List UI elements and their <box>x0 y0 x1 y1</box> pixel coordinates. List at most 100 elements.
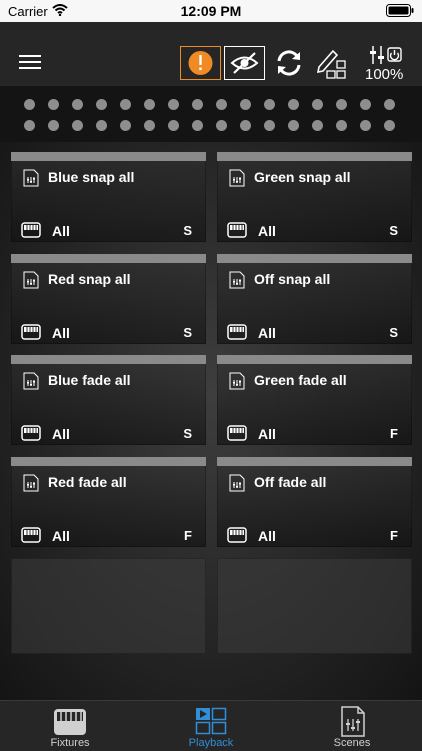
channel-dot <box>96 99 107 110</box>
battery-icon <box>386 4 414 20</box>
card-title: Green snap all <box>254 169 351 185</box>
playback-card[interactable]: Green snap all All S <box>217 152 412 242</box>
channel-dot <box>240 99 251 110</box>
tab-playback-label: Playback <box>188 737 234 749</box>
scene-file-icon <box>229 474 245 497</box>
playback-card[interactable]: Green fade all All F <box>217 355 412 445</box>
fixtures-icon <box>54 709 86 735</box>
channel-dot <box>264 99 275 110</box>
playback-grid: Blue snap all All S Green snap all All S Red s… <box>0 142 422 700</box>
card-title: Green fade all <box>254 372 347 388</box>
channel-dot <box>336 99 347 110</box>
tab-fixtures-label: Fixtures <box>50 737 90 749</box>
card-mode: S <box>183 324 192 340</box>
fixture-group-icon <box>21 323 41 345</box>
card-header-bar <box>11 456 206 466</box>
empty-playback-slot[interactable] <box>11 558 206 654</box>
card-header-bar <box>217 355 412 364</box>
fixture-group-icon <box>227 222 247 243</box>
channel-dot <box>240 120 251 131</box>
card-group: All <box>52 426 70 442</box>
card-title: Red fade all <box>48 473 127 490</box>
tab-fixtures[interactable]: Fixtures <box>0 701 140 751</box>
channel-dot <box>192 99 203 110</box>
fixture-group-icon <box>21 425 41 446</box>
fixture-group-icon <box>21 526 41 548</box>
scene-file-icon <box>229 271 245 294</box>
channel-dot <box>360 99 371 110</box>
card-group: All <box>52 324 70 341</box>
channel-dot <box>216 99 227 110</box>
sync-icon[interactable] <box>274 48 304 83</box>
edit-layout-icon[interactable] <box>316 47 351 86</box>
scene-file-icon <box>23 169 39 192</box>
card-header-bar <box>217 152 412 161</box>
fixture-group-icon <box>227 526 247 548</box>
card-mode: F <box>390 527 398 543</box>
playback-card[interactable]: Blue fade all All S <box>11 355 206 445</box>
card-header-bar <box>11 355 206 364</box>
card-mode: S <box>183 223 192 238</box>
card-group: All <box>258 324 276 341</box>
card-header-bar <box>11 152 206 161</box>
playback-card[interactable]: Red fade all All F <box>11 456 206 548</box>
channel-dot <box>144 99 155 110</box>
card-title: Off fade all <box>254 473 327 490</box>
channel-dot <box>96 120 107 131</box>
scene-file-icon <box>23 474 39 497</box>
card-title: Blue snap all <box>48 169 135 185</box>
card-mode: F <box>390 426 398 441</box>
channel-dot <box>336 120 347 131</box>
card-mode: F <box>184 527 192 543</box>
playback-card[interactable]: Blue snap all All S <box>11 152 206 242</box>
fixture-group-icon <box>21 222 41 243</box>
warning-icon[interactable] <box>180 46 221 85</box>
card-header-bar <box>217 456 412 466</box>
tab-playback[interactable]: Playback <box>141 701 281 751</box>
card-title: Off snap all <box>254 270 331 287</box>
playback-card[interactable]: Off fade all All F <box>217 456 412 548</box>
card-mode: S <box>183 426 192 441</box>
playback-card[interactable]: Red snap all All S <box>11 253 206 345</box>
scenes-icon <box>341 706 365 737</box>
card-header-bar <box>217 253 412 263</box>
scene-file-icon <box>23 271 39 294</box>
empty-playback-slot[interactable] <box>217 558 412 654</box>
tab-scenes-label: Scenes <box>333 737 371 749</box>
card-title: Blue fade all <box>48 372 131 388</box>
card-header-bar <box>11 253 206 263</box>
scene-file-icon <box>23 372 39 395</box>
card-group: All <box>258 223 276 239</box>
scene-file-icon <box>229 169 245 192</box>
toolbar: 100% <box>0 22 422 86</box>
tab-scenes[interactable]: Scenes <box>282 701 422 751</box>
card-mode: S <box>389 324 398 340</box>
channel-dot <box>24 120 35 131</box>
status-bar: Carrier 12:09 PM <box>0 0 422 22</box>
channel-dot <box>312 99 323 110</box>
channel-dot <box>24 99 35 110</box>
card-title: Red snap all <box>48 270 131 287</box>
master-level-value: 100% <box>365 66 404 83</box>
playback-icon <box>195 707 227 735</box>
channel-dot <box>144 120 155 131</box>
playback-card[interactable]: Off snap all All S <box>217 253 412 344</box>
channel-indicators <box>0 86 422 142</box>
channel-dot <box>360 120 371 131</box>
channel-dot <box>48 99 59 110</box>
channel-dot <box>384 120 395 131</box>
card-group: All <box>52 223 70 239</box>
channel-dot <box>168 99 179 110</box>
channel-dot <box>72 120 83 131</box>
card-group: All <box>258 527 276 544</box>
channel-dot <box>216 120 227 131</box>
channel-dot <box>120 99 131 110</box>
hamburger-menu-icon[interactable] <box>19 54 43 77</box>
tab-bar: Fixtures Playback Scenes <box>0 700 422 751</box>
card-group: All <box>52 527 70 544</box>
channel-dot <box>264 120 275 131</box>
clock: 12:09 PM <box>180 3 242 19</box>
hide-eye-icon[interactable] <box>224 46 265 85</box>
scene-file-icon <box>229 372 245 395</box>
channel-dot <box>312 120 323 131</box>
